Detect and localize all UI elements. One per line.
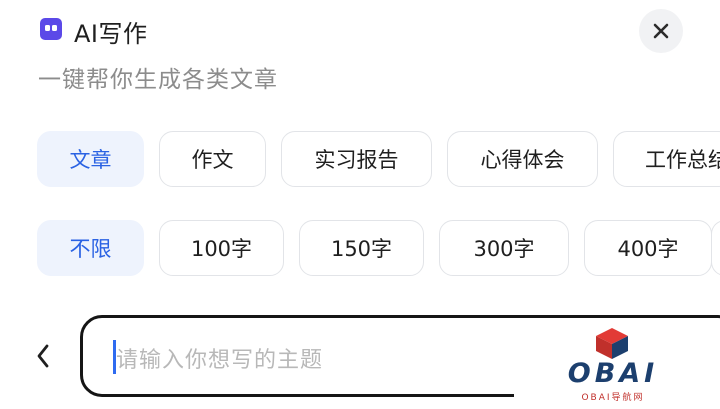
page-title: AI写作 [74, 20, 148, 48]
close-icon [653, 23, 669, 39]
chip-length-150[interactable]: 150字 [299, 220, 424, 276]
chip-type-article[interactable]: 文章 [37, 131, 144, 187]
chip-type-reflection[interactable]: 心得体会 [447, 131, 598, 187]
topic-input-placeholder: 请输入你想写的主题 [116, 348, 324, 373]
quote-icon [40, 18, 62, 40]
chip-length-more[interactable] [711, 220, 720, 276]
chevron-left-icon [37, 344, 49, 368]
cube-icon [596, 328, 628, 359]
chip-type-internship-report[interactable]: 实习报告 [281, 131, 432, 187]
chip-length-100[interactable]: 100字 [159, 220, 284, 276]
close-button[interactable] [639, 9, 683, 53]
watermark-text: OBAI [567, 358, 659, 389]
chip-type-essay[interactable]: 作文 [159, 131, 266, 187]
chip-length-300[interactable]: 300字 [439, 220, 569, 276]
back-button[interactable] [28, 339, 58, 373]
watermark-subtext: OBAI导航网 [581, 393, 645, 403]
chip-type-work-summary[interactable]: 工作总结 [613, 131, 720, 187]
page-subtitle: 一键帮你生成各类文章 [38, 67, 278, 93]
chip-length-unlimited[interactable]: 不限 [37, 220, 144, 276]
chip-length-400[interactable]: 400字 [584, 220, 712, 276]
watermark-logo: OBAI OBAI导航网 [560, 322, 664, 404]
